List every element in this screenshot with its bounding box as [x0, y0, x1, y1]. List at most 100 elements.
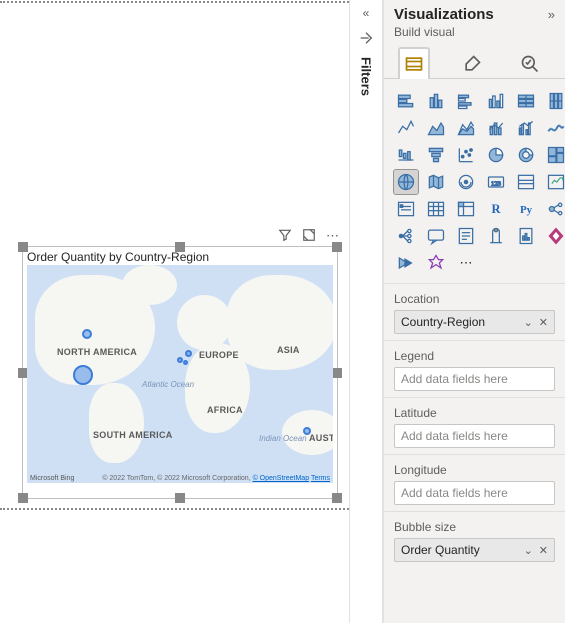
filters-label[interactable]: Filters — [359, 57, 374, 96]
map-bubble[interactable] — [82, 329, 92, 339]
attrib-osm-link[interactable]: © OpenStreetMap — [253, 475, 310, 482]
resize-handle[interactable] — [18, 493, 28, 503]
field-well-bubble-size: Bubble size Order Quantity ⌄ ✕ — [384, 511, 565, 568]
chevron-down-icon[interactable]: ⌄ — [524, 316, 533, 329]
visualizations-pane: Visualizations » Build visual 123RPy⋯ Lo… — [383, 0, 565, 623]
label-australia: AUSTR — [309, 433, 333, 443]
chart-type-matrix[interactable] — [454, 197, 478, 221]
svg-text:R: R — [491, 202, 501, 216]
field-well[interactable]: Add data fields here — [394, 424, 555, 448]
land-europe — [177, 295, 232, 350]
tab-build-visual[interactable] — [398, 47, 430, 79]
chart-type-donut[interactable] — [514, 143, 538, 167]
chart-type-line-stacked-column[interactable] — [484, 116, 508, 140]
chart-type-multi-row-card[interactable] — [514, 170, 538, 194]
chart-type-stacked-bar-100[interactable] — [514, 89, 538, 113]
map-bubble[interactable] — [185, 350, 192, 357]
resize-handle[interactable] — [332, 368, 342, 378]
remove-field-icon[interactable]: ✕ — [539, 544, 548, 557]
map-visual[interactable]: Order Quantity by Country-Region NORTH A… — [22, 246, 338, 499]
chart-type-qa[interactable] — [424, 224, 448, 248]
tab-format-visual[interactable] — [456, 47, 488, 79]
field-placeholder: Add data fields here — [401, 372, 508, 386]
land-asia — [227, 275, 333, 370]
chart-type-key-influencers[interactable] — [544, 197, 565, 221]
chart-type-area[interactable] — [424, 116, 448, 140]
chart-type-funnel[interactable] — [424, 143, 448, 167]
chart-type-line[interactable] — [394, 116, 418, 140]
chart-type-kpi[interactable] — [544, 170, 565, 194]
remove-field-icon[interactable]: ✕ — [539, 316, 548, 329]
chart-type-arcgis[interactable] — [454, 170, 478, 194]
map-bubble[interactable] — [183, 360, 188, 365]
page-boundary-bottom — [0, 508, 349, 510]
chart-type-power-apps[interactable] — [544, 224, 565, 248]
chart-type-paginated[interactable] — [514, 224, 538, 248]
map-body[interactable]: NORTH AMERICA SOUTH AMERICA EUROPE AFRIC… — [27, 265, 333, 483]
land-north-america — [35, 275, 155, 385]
field-well[interactable]: Add data fields here — [394, 481, 555, 505]
bing-brand: Microsoft Bing — [30, 475, 74, 482]
chart-type-narrative[interactable] — [454, 224, 478, 248]
chart-type-table[interactable] — [424, 197, 448, 221]
svg-text:Py: Py — [520, 204, 533, 216]
field-well[interactable]: Add data fields here — [394, 367, 555, 391]
chart-type-treemap[interactable] — [544, 143, 565, 167]
collapse-pane-icon[interactable]: » — [548, 7, 555, 22]
field-well-legend: Legend Add data fields here — [384, 340, 565, 397]
resize-handle[interactable] — [175, 493, 185, 503]
chart-type-waterfall[interactable] — [394, 143, 418, 167]
chart-type-power-automate[interactable] — [394, 251, 418, 275]
more-visuals-icon[interactable]: ⋯ — [454, 251, 478, 275]
chart-type-app-source[interactable] — [424, 251, 448, 275]
expand-filters-icon[interactable]: « — [363, 6, 370, 20]
field-label: Latitude — [394, 406, 555, 420]
visual-toolbar: ⋯ — [278, 228, 339, 245]
chart-type-slicer[interactable] — [394, 197, 418, 221]
resize-handle[interactable] — [332, 242, 342, 252]
field-placeholder: Add data fields here — [401, 486, 508, 500]
field-well-location: Location Country-Region ⌄ ✕ — [384, 283, 565, 340]
chart-type-stacked-column[interactable] — [424, 89, 448, 113]
chart-type-decomposition-tree[interactable] — [394, 224, 418, 248]
field-label: Location — [394, 292, 555, 306]
chart-type-stacked-bar[interactable] — [394, 89, 418, 113]
chevron-down-icon[interactable]: ⌄ — [524, 544, 533, 557]
filters-icon — [358, 30, 374, 49]
map-bubble[interactable] — [303, 427, 311, 435]
resize-handle[interactable] — [18, 242, 28, 252]
chart-type-filled-map[interactable] — [424, 170, 448, 194]
pane-tabs — [384, 43, 565, 79]
chart-type-map[interactable] — [394, 170, 418, 194]
chart-type-clustered-column[interactable] — [484, 89, 508, 113]
map-attribution: © 2022 TomTom, © 2022 Microsoft Corporat… — [102, 475, 330, 482]
chart-type-goals[interactable] — [484, 224, 508, 248]
label-south-america: SOUTH AMERICA — [93, 430, 173, 440]
map-bubble[interactable] — [73, 365, 93, 385]
label-africa: AFRICA — [207, 405, 243, 415]
chart-type-stacked-column-100[interactable] — [544, 89, 565, 113]
field-well[interactable]: Order Quantity ⌄ ✕ — [394, 538, 555, 562]
focus-mode-icon[interactable] — [302, 228, 316, 245]
tab-analytics[interactable] — [514, 47, 546, 79]
field-label: Bubble size — [394, 520, 555, 534]
chart-type-card[interactable]: 123 — [484, 170, 508, 194]
resize-handle[interactable] — [175, 242, 185, 252]
field-label: Legend — [394, 349, 555, 363]
attrib-terms-link[interactable]: Terms — [311, 475, 330, 482]
chart-type-r-visual[interactable]: R — [484, 197, 508, 221]
pane-subtitle: Build visual — [384, 25, 565, 43]
field-well[interactable]: Country-Region ⌄ ✕ — [394, 310, 555, 334]
chart-type-scatter[interactable] — [454, 143, 478, 167]
chart-type-ribbon[interactable] — [544, 116, 565, 140]
resize-handle[interactable] — [332, 493, 342, 503]
chart-type-line-clustered-column[interactable] — [514, 116, 538, 140]
label-atlantic-ocean: Atlantic Ocean — [142, 381, 194, 390]
chart-type-python-visual[interactable]: Py — [514, 197, 538, 221]
chart-type-clustered-bar[interactable] — [454, 89, 478, 113]
filter-icon[interactable] — [278, 228, 292, 245]
chart-type-pie[interactable] — [484, 143, 508, 167]
chart-type-stacked-area[interactable] — [454, 116, 478, 140]
report-canvas[interactable]: ⋯ Order Quantity by Country-Region NORTH… — [0, 0, 349, 623]
field-value: Order Quantity — [401, 543, 480, 557]
